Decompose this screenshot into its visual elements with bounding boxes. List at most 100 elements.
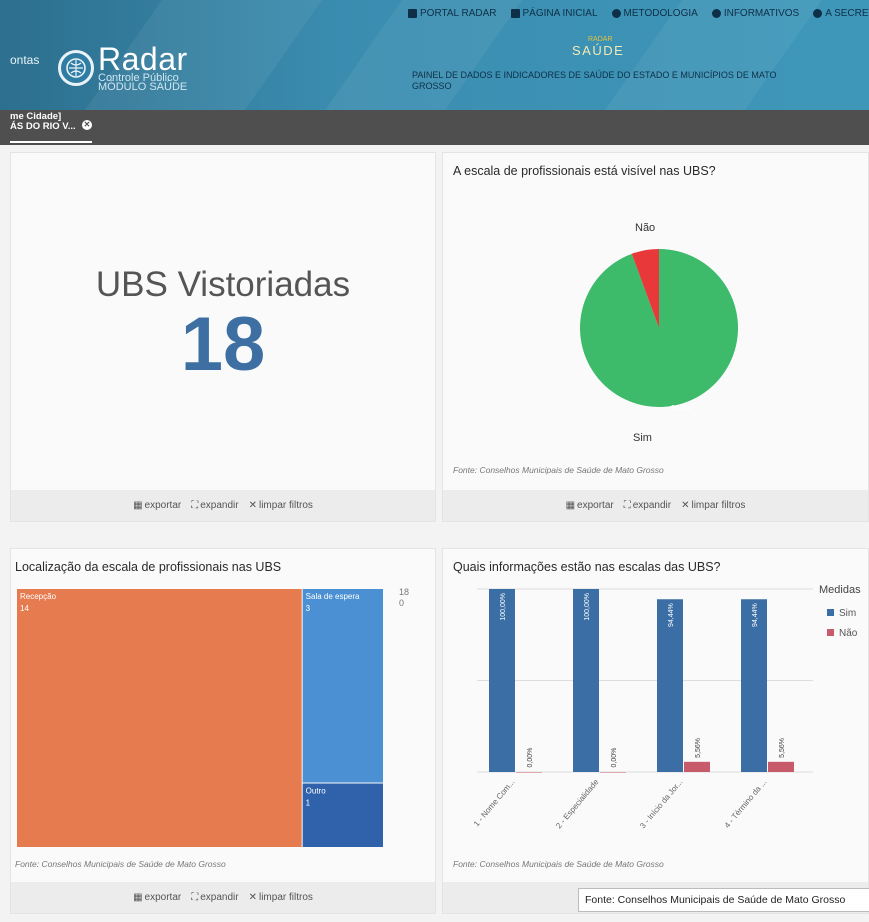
bar-data-label: 94,44%: [752, 603, 759, 627]
bar-não: [768, 761, 794, 772]
nav-informativos[interactable]: INFORMATIVOS: [711, 8, 800, 19]
nav-pagina-inicial[interactable]: PÁGINA INICIAL: [510, 8, 598, 19]
treemap-cell-value: 1: [306, 799, 311, 808]
bar-data-label: 0,00%: [611, 748, 618, 768]
treemap-cell-1: [302, 589, 383, 783]
saude-logo: SAÚDE: [572, 43, 625, 58]
radar-globe-icon: [58, 50, 94, 86]
close-icon[interactable]: ✕: [82, 120, 92, 130]
header-left-fragment[interactable]: ontas: [10, 53, 39, 67]
nav-label: PÁGINA INICIAL: [522, 8, 598, 19]
treemap-panel: Localização da escala de profissionais n…: [10, 548, 436, 914]
clear-label: limpar filtros: [691, 500, 746, 511]
clear-filters-button[interactable]: ✕ limpar filtros: [249, 500, 313, 511]
info-icon: [711, 9, 721, 18]
panel-footer: ▦ exportar ⛶ expandir ✕ limpar filtros: [11, 490, 435, 521]
treemap-cell-0: [17, 589, 302, 847]
info-icon: [813, 9, 823, 18]
table-icon: ▦: [133, 892, 143, 903]
export-button[interactable]: ▦ exportar: [133, 892, 181, 903]
legend-swatch-sim: [827, 609, 834, 616]
export-label: exportar: [144, 500, 182, 511]
nav-label: A SECRETA: [825, 8, 869, 19]
bar-panel: Quais informações estão nas escalas das …: [442, 548, 869, 914]
pie-chart[interactable]: Sim Não 94.4%: [443, 183, 869, 483]
pie-label-nao: Não: [635, 222, 655, 234]
bar-data-label: 5,56%: [695, 738, 702, 758]
filter-chip-value: ÁS DO RIO V...: [10, 121, 76, 132]
info-icon: [611, 9, 621, 18]
bar-data-label: 94,44%: [668, 603, 675, 627]
close-icon: ✕: [248, 892, 257, 903]
expand-button[interactable]: ⛶ expandir: [191, 892, 238, 903]
treemap-chart[interactable]: Recepção 14 Sala de espera 3 Outro 1 180: [11, 583, 437, 853]
nav-label: PORTAL RADAR: [420, 8, 497, 19]
nav-label: INFORMATIVOS: [723, 8, 800, 19]
x-tick-label: 4 - Término da ...: [723, 778, 769, 830]
saude-logo-top: RADAR: [588, 36, 613, 43]
kpi-value: 18: [180, 302, 266, 387]
radar-logo[interactable]: Radar Controle Público MÓDULO SAÚDE: [58, 41, 188, 93]
clear-label: limpar filtros: [258, 500, 313, 511]
clear-filters-button[interactable]: ✕ limpar filtros: [681, 500, 745, 511]
bar-não: [516, 772, 542, 773]
treemap-cell-label: Outro: [306, 787, 327, 796]
treemap-cell-value: 3: [306, 604, 311, 613]
legend-label-sim: Sim: [839, 608, 856, 619]
export-button[interactable]: ▦ exportar: [566, 500, 614, 511]
table-icon: ▦: [133, 500, 143, 511]
treemap-cell-value: 14: [20, 604, 29, 613]
bar-chart[interactable]: 100,00% 0,00% 1 - Nome Com... 100,00% 0,00% 2…: [443, 579, 869, 869]
treemap-cell-label: Sala de espera: [306, 592, 360, 601]
export-label: exportar: [577, 500, 614, 511]
clear-filters-button[interactable]: ✕ limpar filtros: [249, 892, 313, 903]
tooltip: Fonte: Conselhos Municipais de Saúde de …: [578, 888, 869, 912]
pie-data-label: 94.4%: [671, 405, 692, 412]
nav-a-secretaria[interactable]: A SECRETA: [813, 8, 869, 19]
chart-title: Quais informações estão nas escalas das …: [453, 560, 721, 574]
bar-data-label: 0,00%: [527, 748, 534, 768]
treemap-cell-label: Recepção: [20, 592, 57, 601]
expand-icon: ⛶: [191, 500, 199, 511]
chart-title: A escala de profissionais está visível n…: [453, 164, 716, 178]
x-tick-label: 3 - Início da Jor...: [638, 778, 684, 831]
table-icon: ▦: [565, 500, 576, 511]
bookmark-icon: [408, 9, 417, 18]
bar-data-label: 100,00%: [500, 593, 507, 621]
home-icon: [510, 9, 520, 18]
legend-swatch-não: [827, 629, 834, 636]
close-icon: ✕: [248, 500, 257, 511]
kpi-label: UBS Vistoriadas: [95, 265, 351, 304]
x-tick-label: 2 - Especialidade: [554, 777, 601, 830]
panel-footer: ▦ exportar ⛶ expandir ✕ limpar filtros: [11, 882, 435, 913]
x-tick-label: 1 - Nome Com...: [472, 778, 517, 829]
pie-panel: A escala de profissionais está visível n…: [442, 152, 869, 522]
source-note: Fonte: Conselhos Municipais de Saúde de …: [453, 859, 664, 869]
close-icon: ✕: [681, 500, 690, 511]
treemap-scale-min: 0: [399, 598, 404, 608]
bar-data-label: 5,56%: [779, 738, 786, 758]
expand-button[interactable]: ⛶ expandir: [624, 500, 671, 511]
bar-data-label: 100,00%: [584, 593, 591, 621]
legend-title: Medidas: [819, 584, 861, 596]
source-note: Fonte: Conselhos Municipais de Saúde de …: [15, 859, 226, 869]
clear-label: limpar filtros: [258, 892, 313, 903]
top-navigation: PORTAL RADAR PÁGINA INICIAL METODOLOGIA …: [408, 8, 869, 19]
nav-portal-radar[interactable]: PORTAL RADAR: [408, 8, 497, 19]
kpi-panel: UBS Vistoriadas 18 ▦ exportar ⛶ expandir ✕…: [10, 152, 436, 522]
nav-metodologia[interactable]: METODOLOGIA: [611, 8, 698, 19]
expand-button[interactable]: ⛶ expandir: [191, 500, 238, 511]
expand-label: expandir: [200, 500, 239, 511]
chart-title: Localização da escala de profissionais n…: [15, 560, 282, 574]
filter-chip-cidade[interactable]: me Cidade] ÁS DO RIO V... ✕: [10, 112, 92, 143]
logo-title: Radar: [98, 41, 188, 77]
bar-não: [684, 761, 710, 772]
export-button[interactable]: ▦ exportar: [133, 500, 181, 511]
expand-label: expandir: [632, 500, 672, 511]
nav-label: METODOLOGIA: [623, 8, 698, 19]
legend-label-não: Não: [839, 628, 858, 639]
expand-icon: ⛶: [191, 892, 199, 903]
filter-bar: [0, 110, 869, 145]
expand-label: expandir: [200, 892, 239, 903]
filter-chip-underline: [10, 141, 92, 143]
